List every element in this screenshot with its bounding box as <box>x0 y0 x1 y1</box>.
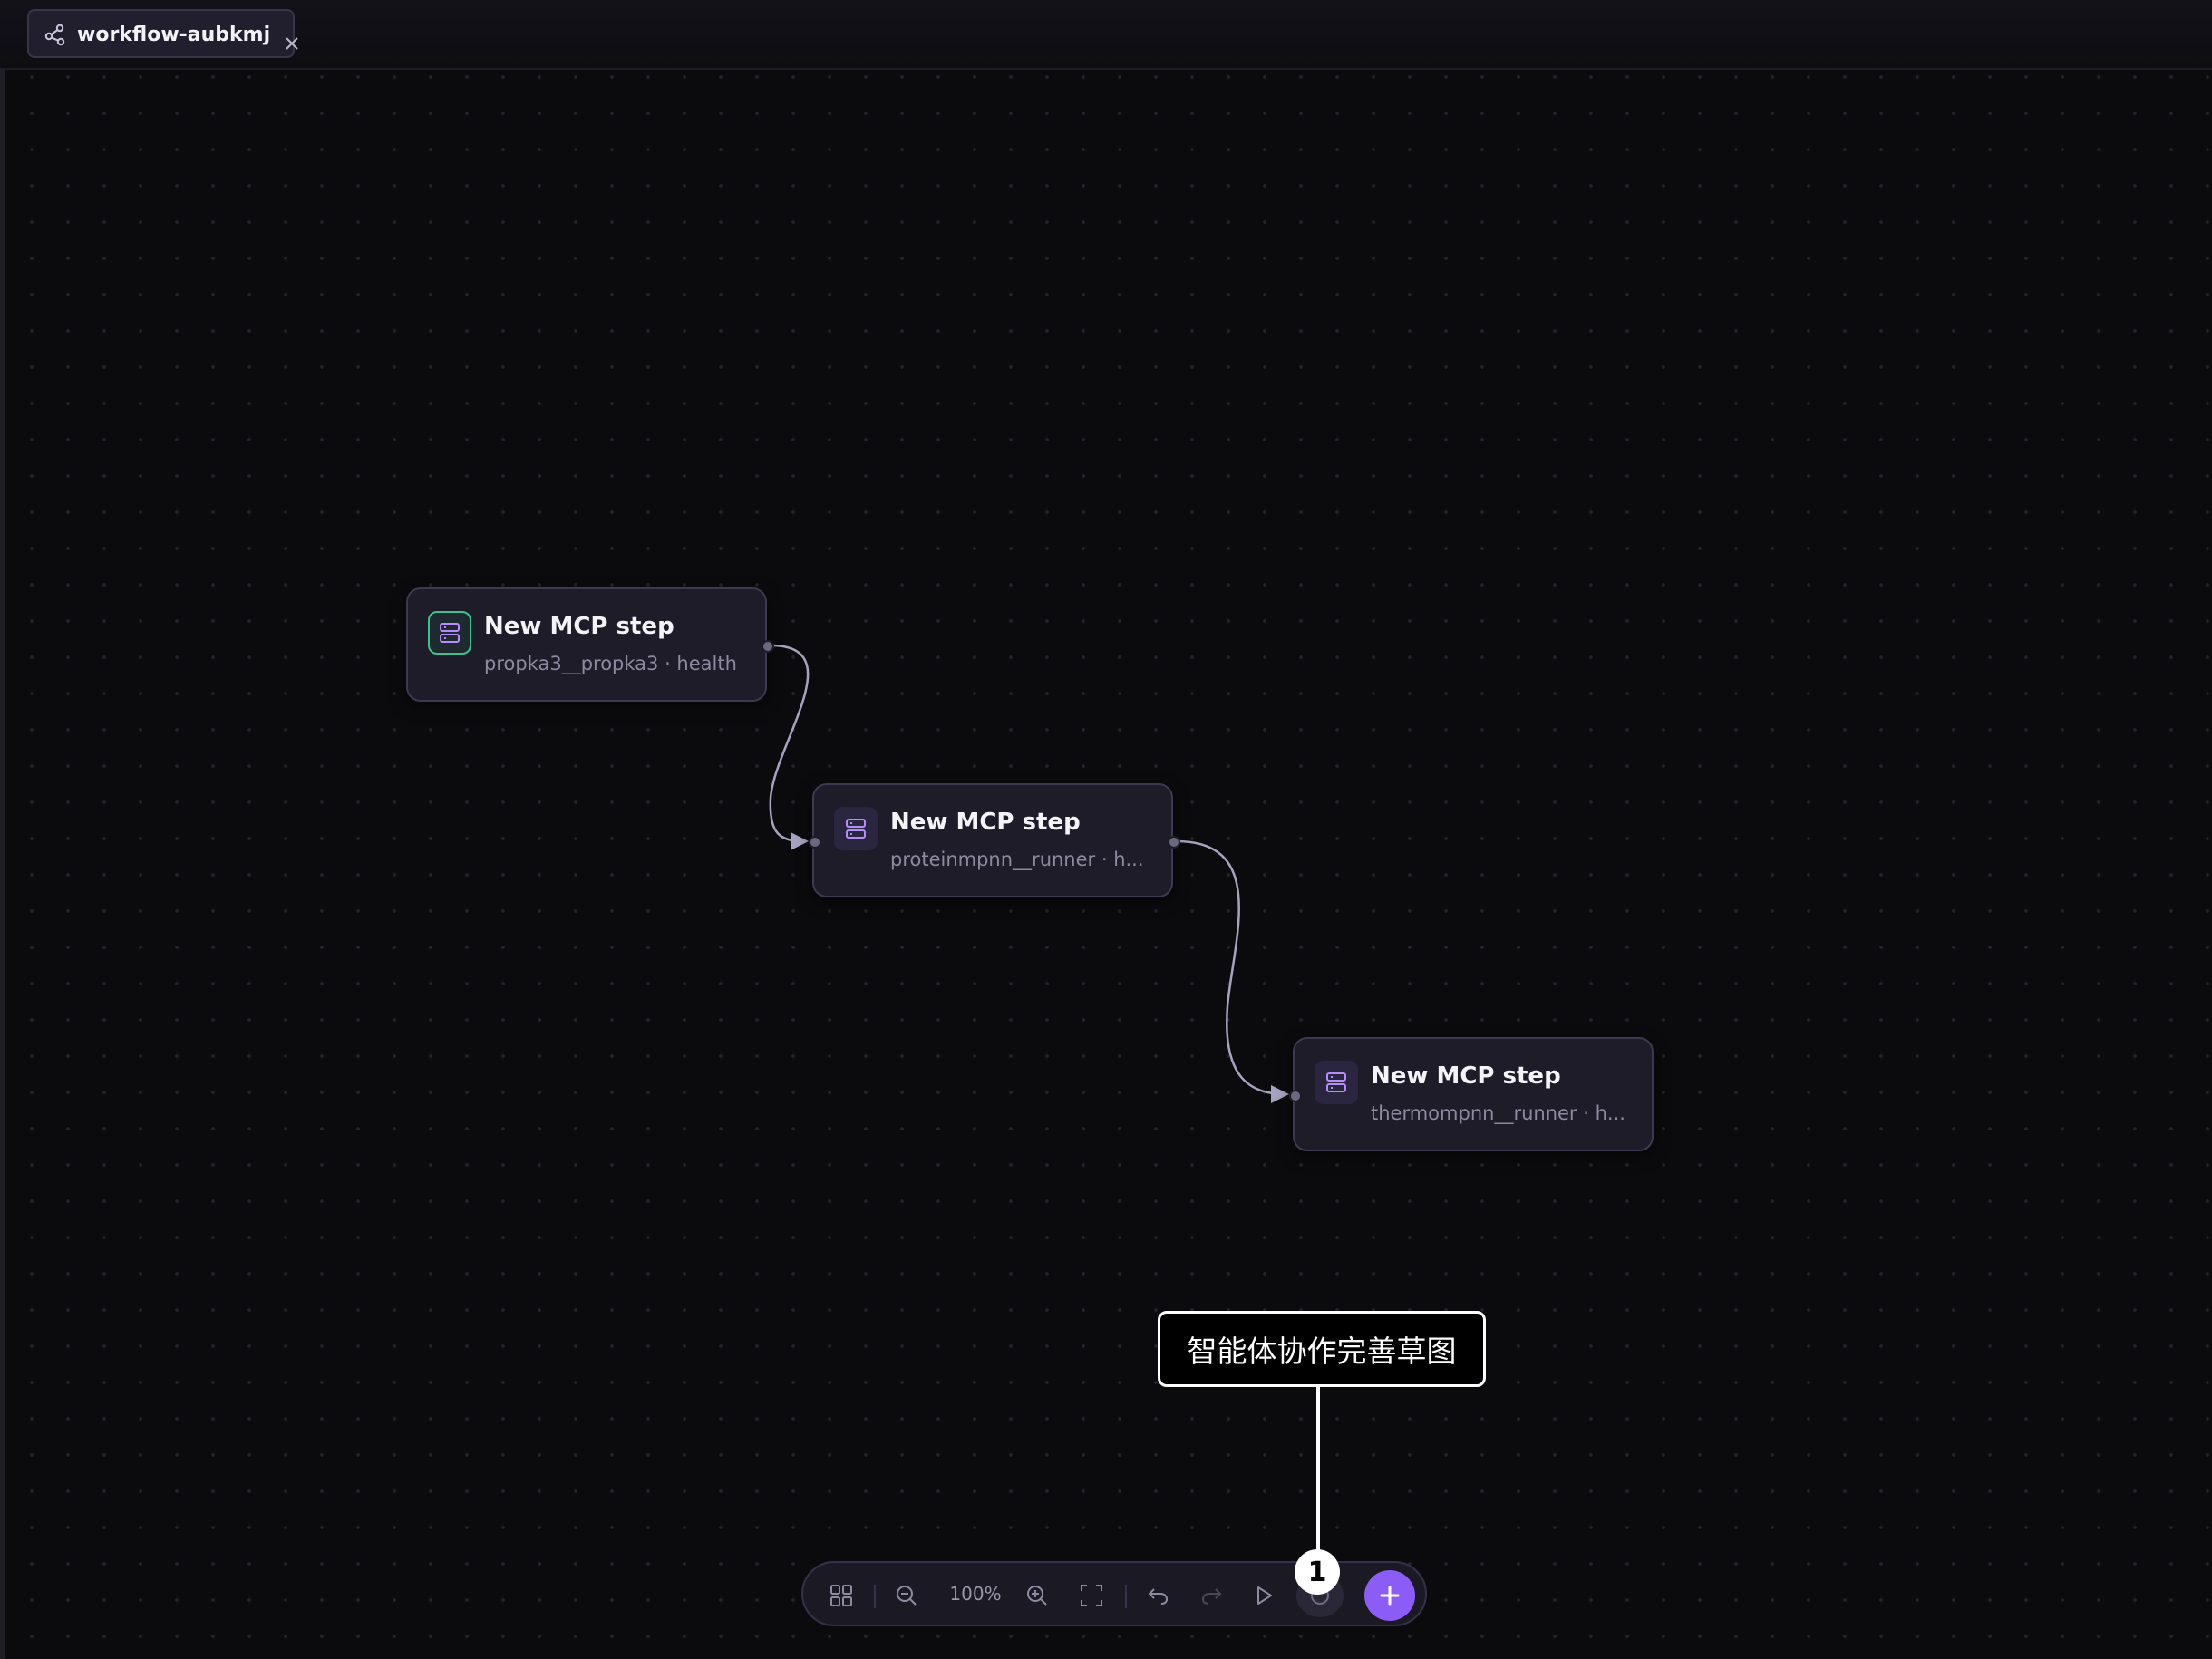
node-icon-box <box>1315 1061 1358 1104</box>
node-title: New MCP step <box>1371 1062 1561 1090</box>
output-port[interactable] <box>1168 836 1180 849</box>
node-subtitle: thermompnn__runner · h... <box>1371 1102 1625 1124</box>
tab-workflow[interactable]: workflow-aubkmj <box>27 9 298 58</box>
workflow-node[interactable]: New MCP step propka3__propka3 · health <box>406 587 774 702</box>
tab-title: workflow-aubkmj <box>77 24 271 46</box>
node-subtitle: proteinmpnn__runner · h... <box>890 849 1144 870</box>
server-icon <box>1326 1072 1346 1092</box>
app-window: workflow-aubkmj New MCP step propka3__pr… <box>0 0 2212 1659</box>
node-title: New MCP step <box>890 809 1081 836</box>
node-icon-box <box>428 611 471 655</box>
plus-icon <box>1380 1586 1400 1606</box>
run-button[interactable] <box>1247 1579 1280 1612</box>
zoom-level: 100% <box>949 1583 1002 1605</box>
tab-bar: workflow-aubkmj <box>0 0 2212 70</box>
workflow-icon <box>44 24 65 46</box>
grid-icon <box>830 1585 852 1606</box>
undo-button[interactable] <box>1142 1579 1175 1612</box>
layout-button[interactable] <box>825 1579 858 1612</box>
close-icon[interactable] <box>283 34 301 53</box>
node-subtitle: propka3__propka3 · health <box>484 653 737 674</box>
fit-view-icon <box>1081 1585 1102 1606</box>
add-step-button[interactable] <box>1364 1570 1415 1621</box>
undo-icon <box>1148 1588 1169 1605</box>
zoom-in-icon <box>1027 1586 1047 1606</box>
input-port[interactable] <box>1289 1090 1302 1102</box>
fit-view-button[interactable] <box>1075 1579 1108 1612</box>
redo-icon <box>1201 1588 1222 1605</box>
annotation-badge: 1 <box>1295 1549 1340 1595</box>
workflow-node[interactable]: New MCP step proteinmpnn__runner · h... <box>809 783 1180 897</box>
annotation-text: 智能体协作完善草图 <box>1187 1334 1457 1369</box>
workflow-node[interactable]: New MCP step thermompnn__runner · h... <box>1289 1037 1654 1151</box>
annotation-pointer-line <box>1316 1387 1320 1559</box>
toolbar-divider <box>874 1585 876 1608</box>
output-port[interactable] <box>762 640 774 653</box>
zoom-out-icon <box>897 1586 917 1606</box>
zoom-in-button[interactable] <box>1021 1579 1053 1612</box>
node-title: New MCP step <box>484 613 674 640</box>
input-port[interactable] <box>809 836 821 849</box>
node-icon-box <box>834 807 878 850</box>
server-icon <box>440 623 460 643</box>
toolbar-divider <box>1125 1585 1127 1608</box>
run-icon <box>1257 1586 1272 1605</box>
annotation-callout: 智能体协作完善草图 <box>1158 1311 1486 1387</box>
zoom-out-button[interactable] <box>890 1579 923 1612</box>
redo-button[interactable] <box>1195 1579 1227 1612</box>
server-icon <box>846 819 866 839</box>
